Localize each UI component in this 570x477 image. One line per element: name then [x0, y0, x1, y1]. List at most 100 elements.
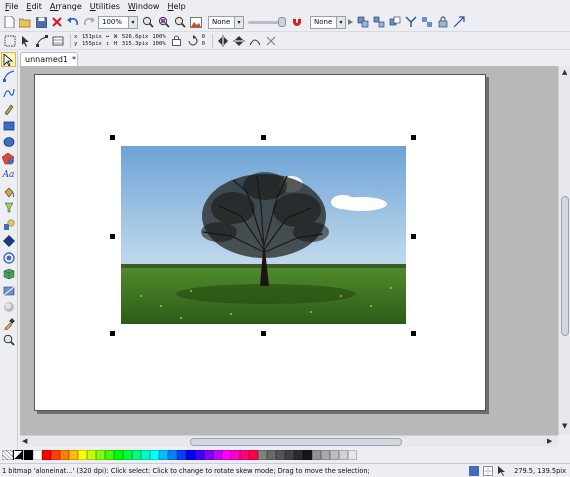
color-swatch[interactable]: [141, 449, 150, 460]
menu-item-utilities[interactable]: Utilities: [90, 2, 120, 11]
rotation-field-b[interactable]: 0: [202, 41, 205, 48]
eyedropper-tool-icon[interactable]: [1, 316, 16, 331]
node-edit-icon[interactable]: [35, 34, 49, 48]
chevron-down-icon[interactable]: ▾: [128, 16, 137, 28]
color-swatch[interactable]: [96, 449, 105, 460]
outline-combo[interactable]: None ▾: [208, 15, 244, 29]
scroll-left-icon[interactable]: ◀: [22, 437, 27, 445]
canvas-workspace[interactable]: [20, 66, 558, 435]
color-swatch[interactable]: [123, 449, 132, 460]
color-swatch[interactable]: [240, 449, 249, 460]
color-swatch[interactable]: [60, 449, 69, 460]
gradient-tool-icon[interactable]: [1, 201, 16, 216]
zoom-page-icon[interactable]: [157, 15, 171, 29]
color-swatch[interactable]: [78, 449, 87, 460]
color-swatch[interactable]: [168, 449, 177, 460]
rotate-icon[interactable]: [186, 34, 200, 48]
open-icon[interactable]: [18, 15, 32, 29]
ungroup-icon[interactable]: [372, 15, 386, 29]
blend-tool-icon[interactable]: [1, 217, 16, 232]
magnet-icon[interactable]: [290, 15, 304, 29]
rectangle-tool-icon[interactable]: [1, 118, 16, 133]
selection-handle-top-right[interactable]: [411, 135, 416, 140]
scroll-up-icon[interactable]: ▲: [562, 68, 567, 76]
color-swatch[interactable]: [222, 449, 231, 460]
color-swatch[interactable]: [339, 449, 348, 460]
color-swatch[interactable]: [33, 449, 42, 460]
color-swatch[interactable]: [231, 449, 240, 460]
menu-item-arrange[interactable]: Arrange: [50, 2, 82, 11]
page-sheet[interactable]: [34, 74, 486, 411]
tree-bitmap[interactable]: [121, 146, 406, 324]
color-swatch[interactable]: [204, 449, 213, 460]
color-swatch[interactable]: [312, 449, 321, 460]
color-swatch[interactable]: [69, 449, 78, 460]
color-swatch[interactable]: [249, 449, 258, 460]
group-icon[interactable]: [356, 15, 370, 29]
polygon-tool-icon[interactable]: [1, 151, 16, 166]
color-swatch[interactable]: [159, 449, 168, 460]
pointer-mode-icon[interactable]: [496, 465, 508, 477]
extrude-tool-icon[interactable]: [1, 267, 16, 282]
horizontal-scrollbar[interactable]: ◀ ▶: [20, 435, 558, 447]
selection-handle-right[interactable]: [411, 234, 416, 239]
selection-handle-top[interactable]: [261, 135, 266, 140]
color-swatch[interactable]: [51, 449, 60, 460]
color-swatch[interactable]: [24, 449, 33, 460]
color-swatch[interactable]: [150, 449, 159, 460]
color-swatch[interactable]: [195, 449, 204, 460]
color-swatch[interactable]: [213, 449, 222, 460]
undo-icon[interactable]: [66, 15, 80, 29]
save-icon[interactable]: [34, 15, 48, 29]
zoom-combo[interactable]: 100% ▾: [98, 15, 138, 29]
pen-tool-icon[interactable]: [1, 102, 16, 117]
grid-icon[interactable]: [482, 465, 494, 477]
color-swatch[interactable]: [177, 449, 186, 460]
color-swatch[interactable]: [186, 449, 195, 460]
fill-tool-icon[interactable]: [1, 184, 16, 199]
color-swatch[interactable]: [132, 449, 141, 460]
color-swatch[interactable]: [294, 449, 303, 460]
snap-icon[interactable]: [468, 465, 480, 477]
wrap-combo[interactable]: None ▾: [310, 15, 346, 29]
color-swatch[interactable]: [87, 449, 96, 460]
selection-handle-top-left[interactable]: [110, 135, 115, 140]
lock-ratio-icon[interactable]: [170, 34, 184, 48]
selection-handle-bottom[interactable]: [261, 331, 266, 336]
document-tab[interactable]: unnamed1 *: [20, 52, 78, 66]
close-document-icon[interactable]: [50, 15, 64, 29]
contour-tool-icon[interactable]: [1, 250, 16, 265]
transform-icon[interactable]: [452, 15, 466, 29]
transparency-tool-icon[interactable]: [1, 283, 16, 298]
selection-frame-icon[interactable]: [3, 34, 17, 48]
menu-item-file[interactable]: File: [5, 2, 18, 11]
zoom-selection-icon[interactable]: [173, 15, 187, 29]
no-color-swatch[interactable]: [2, 449, 13, 460]
menu-item-help[interactable]: Help: [167, 2, 185, 11]
transparency-slider[interactable]: [248, 16, 286, 27]
color-swatch[interactable]: [42, 449, 51, 460]
chevron-down-icon[interactable]: ▾: [336, 16, 345, 28]
arrow-right-icon[interactable]: [346, 15, 354, 29]
envelope-tool-icon[interactable]: [1, 234, 16, 249]
vertical-scrollbar[interactable]: ▲ ▼: [558, 66, 570, 435]
color-swatch[interactable]: [330, 449, 339, 460]
mirror-vertical-icon[interactable]: [232, 34, 246, 48]
align-icon[interactable]: [420, 15, 434, 29]
redo-icon[interactable]: [82, 15, 96, 29]
slider-knob[interactable]: [278, 16, 286, 27]
color-swatch[interactable]: [276, 449, 285, 460]
color-swatch[interactable]: [267, 449, 276, 460]
color-swatch[interactable]: [285, 449, 294, 460]
height-field[interactable]: 315.3pix: [122, 41, 149, 48]
selection-handle-bottom-left[interactable]: [110, 331, 115, 336]
scroll-right-icon[interactable]: ▶: [547, 437, 552, 445]
color-swatch[interactable]: [258, 449, 267, 460]
chevron-down-icon[interactable]: ▾: [234, 16, 243, 28]
shadow-tool-icon[interactable]: [1, 300, 16, 315]
bezier-tool-icon[interactable]: [1, 85, 16, 100]
y-position-field[interactable]: 155pix: [82, 41, 102, 48]
import-bitmap-icon[interactable]: [189, 15, 203, 29]
menu-item-edit[interactable]: Edit: [26, 2, 42, 11]
menu-item-window[interactable]: Window: [128, 2, 160, 11]
